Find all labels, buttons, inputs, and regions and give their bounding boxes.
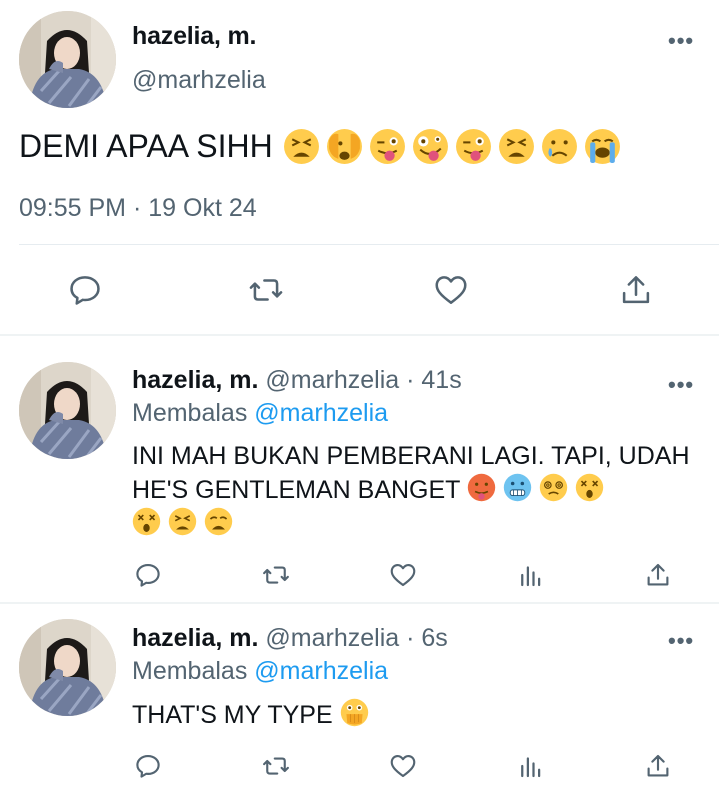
retweet-icon[interactable] xyxy=(261,751,291,781)
dizzy-face-emoji xyxy=(132,507,161,536)
header-separator: · xyxy=(406,624,415,652)
tweet-text: DEMI APAA SIHH xyxy=(19,128,621,165)
retweet-icon[interactable] xyxy=(247,271,285,309)
winking-tongue-emoji xyxy=(369,129,405,164)
display-name[interactable]: hazelia, m. xyxy=(132,366,258,394)
tired-face-emoji xyxy=(498,129,534,164)
tweet-text-content: THAT'S MY TYPE xyxy=(132,701,333,729)
more-dots-icon[interactable]: ••• xyxy=(668,374,694,396)
display-name[interactable]: hazelia, m. xyxy=(132,624,258,652)
avatar[interactable] xyxy=(19,362,116,459)
more-dots-icon[interactable]: ••• xyxy=(668,30,694,52)
handle[interactable]: @marhzelia xyxy=(265,366,399,394)
replying-mention-link[interactable]: @marhzelia xyxy=(254,399,388,427)
zany-face-emoji xyxy=(412,129,448,164)
reply-tweet: hazelia, m. @marhzelia · 41s ••• Membala… xyxy=(0,336,719,603)
heart-icon[interactable] xyxy=(388,751,418,781)
avatar[interactable] xyxy=(19,11,116,108)
face-with-open-eyes-hand-over-mouth-emoji xyxy=(340,698,368,727)
share-upload-icon[interactable] xyxy=(643,560,673,590)
loudly-crying-face-emoji xyxy=(584,129,620,164)
tweet-age[interactable]: 41s xyxy=(421,366,461,394)
crying-face-emoji xyxy=(541,129,577,164)
share-upload-icon[interactable] xyxy=(643,751,673,781)
dizzy-face-emoji xyxy=(575,473,604,502)
replying-prefix: Membalas xyxy=(132,657,248,685)
winking-tongue-emoji xyxy=(455,129,491,164)
reply-bubble-icon[interactable] xyxy=(133,560,163,590)
tweet-date: 19 Okt 24 xyxy=(148,194,257,222)
heart-icon[interactable] xyxy=(432,271,470,309)
avatar[interactable] xyxy=(19,619,116,716)
face-with-spiral-eyes-emoji xyxy=(539,473,568,502)
handle[interactable]: @marhzelia xyxy=(132,66,266,95)
reply-tweet: hazelia, m. @marhzelia · 6s ••• Membalas… xyxy=(0,604,719,796)
reply-header: hazelia, m. @marhzelia · 6s xyxy=(132,624,448,653)
share-upload-icon[interactable] xyxy=(617,271,655,309)
divider xyxy=(19,244,719,245)
tweet-text-content: DEMI APAA SIHH xyxy=(19,128,273,164)
tweet-age[interactable]: 6s xyxy=(421,624,447,652)
replying-mention-link[interactable]: @marhzelia xyxy=(254,657,388,685)
replying-to: Membalas @marhzelia xyxy=(132,657,388,686)
tired-face-emoji xyxy=(168,507,197,536)
reply-header: hazelia, m. @marhzelia · 41s xyxy=(132,366,462,395)
hot-face-emoji xyxy=(467,473,496,502)
avatar-photo xyxy=(19,362,116,459)
retweet-icon[interactable] xyxy=(261,560,291,590)
cold-face-emoji xyxy=(503,473,532,502)
heart-icon[interactable] xyxy=(388,560,418,590)
avatar-photo xyxy=(19,11,116,108)
views-bar-chart-icon[interactable] xyxy=(516,560,546,590)
tired-face-emoji xyxy=(283,129,319,164)
handle[interactable]: @marhzelia xyxy=(265,624,399,652)
views-bar-chart-icon[interactable] xyxy=(516,751,546,781)
tweet-text: INI MAH BUKAN PEMBERANI LAGI. TAPI, UDAH… xyxy=(132,440,692,541)
emoji-row xyxy=(283,128,621,165)
avatar-photo xyxy=(19,619,116,716)
reply-bubble-icon[interactable] xyxy=(66,271,104,309)
display-name[interactable]: hazelia, m. xyxy=(132,22,256,51)
header-separator: · xyxy=(406,366,415,394)
tweet-timestamp[interactable]: 09:55 PM · 19 Okt 24 xyxy=(19,194,257,223)
more-dots-icon[interactable]: ••• xyxy=(668,630,694,652)
tweet-time: 09:55 PM xyxy=(19,194,127,222)
weary-face-emoji xyxy=(204,507,233,536)
main-tweet: hazelia, m. @marhzelia ••• DEMI APAA SIH… xyxy=(0,0,719,336)
replying-prefix: Membalas xyxy=(132,399,248,427)
reply-bubble-icon[interactable] xyxy=(133,751,163,781)
meta-separator: · xyxy=(132,194,142,222)
replying-to: Membalas @marhzelia xyxy=(132,399,388,428)
tweet-text-content: INI MAH BUKAN PEMBERANI LAGI. TAPI, UDAH… xyxy=(132,442,690,504)
tweet-text: THAT'S MY TYPE xyxy=(132,698,692,732)
face-with-peeking-eye-emoji xyxy=(326,129,362,164)
